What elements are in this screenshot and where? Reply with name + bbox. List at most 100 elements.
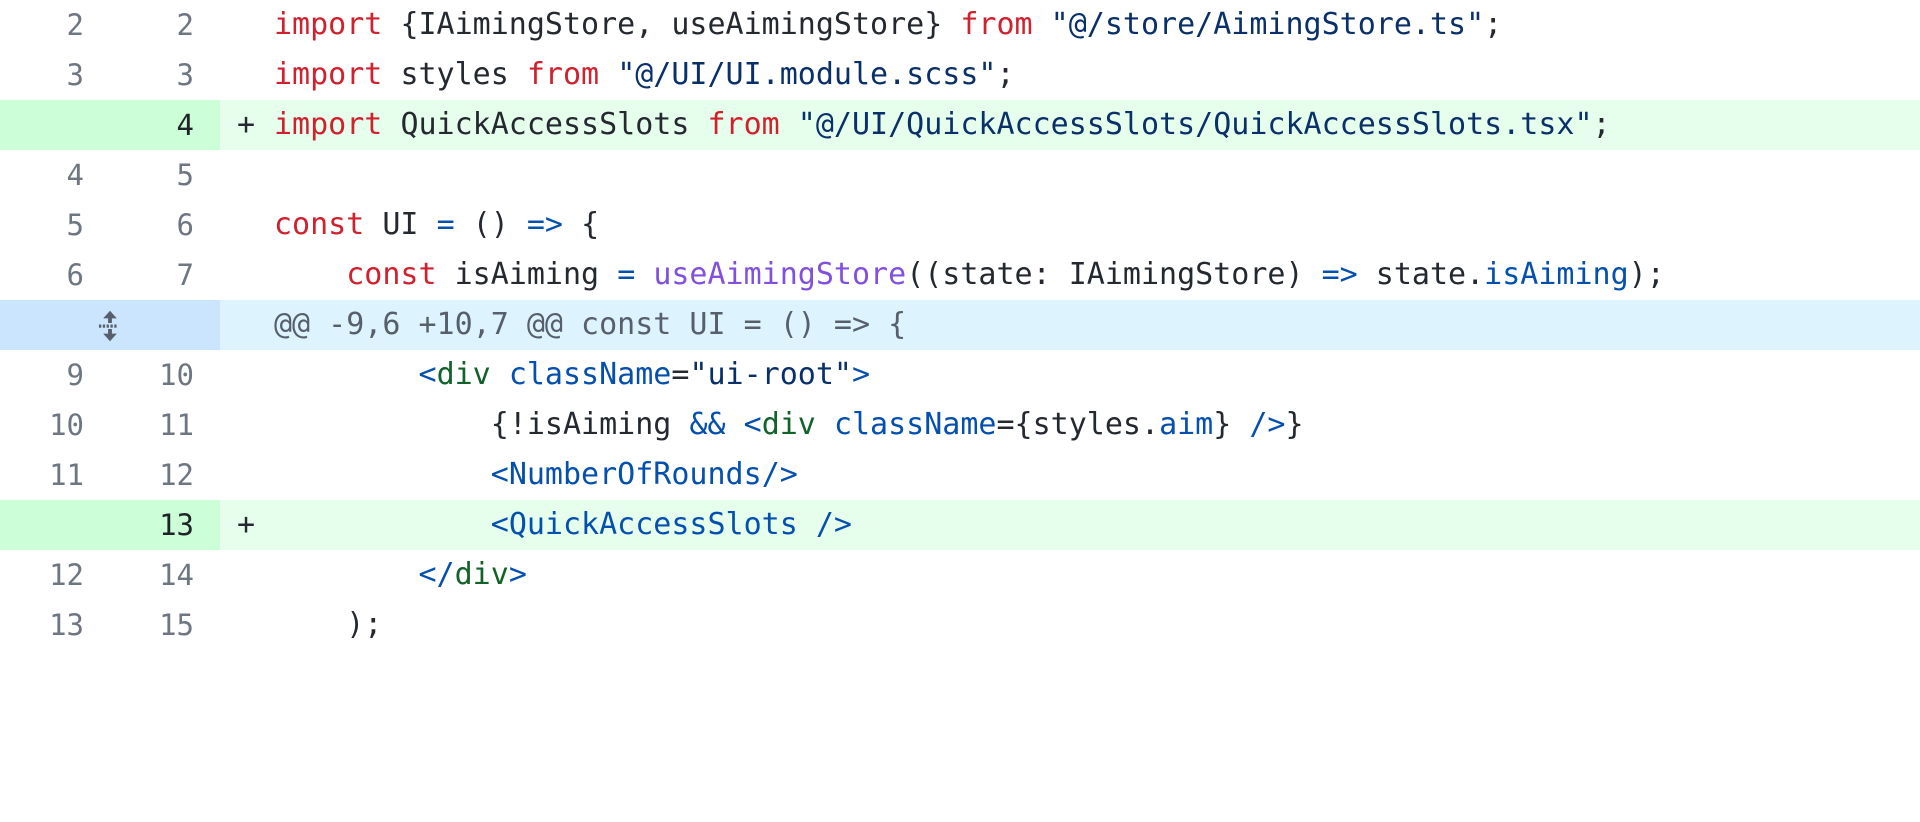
diff-row-add: 4 + import QuickAccessSlots from "@/UI/Qui…	[0, 100, 1920, 150]
diff-marker: +	[220, 100, 266, 150]
code-line[interactable]: import styles from "@/UI/UI.module.scss"…	[266, 50, 1920, 100]
new-line-number[interactable]: 13	[110, 500, 220, 550]
code-line[interactable]: {!isAiming && <div className={styles.aim…	[266, 400, 1920, 450]
old-line-number[interactable]: 13	[0, 600, 110, 650]
diff-row-add: 13 + <QuickAccessSlots />	[0, 500, 1920, 550]
code-line[interactable]: );	[266, 600, 1920, 650]
code-line[interactable]: @@ -9,6 +10,7 @@ const UI = () => {	[266, 300, 1920, 350]
diff-row-context: 67 const isAiming = useAimingStore((stat…	[0, 250, 1920, 300]
code-token: UI	[382, 207, 437, 242]
code-line[interactable]: </div>	[266, 550, 1920, 600]
new-line-number[interactable]: 2	[110, 0, 220, 50]
old-line-number[interactable]: 9	[0, 350, 110, 400]
code-token: div	[454, 557, 509, 592]
diff-marker	[220, 450, 266, 500]
code-line[interactable]: <QuickAccessSlots />	[266, 500, 1920, 550]
code-token: from	[960, 7, 1051, 42]
diff-row-context: 13 15 );	[0, 600, 1920, 650]
code-line[interactable]: import QuickAccessSlots from "@/UI/Quick…	[266, 100, 1920, 150]
new-line-number[interactable]: 3	[110, 50, 220, 100]
hunk-expander-button[interactable]	[0, 300, 220, 350]
old-line-number[interactable]: 5	[0, 200, 110, 250]
diff-body: 2 2 import {IAimingStore, useAimingStore} …	[0, 0, 1920, 650]
code-token: <	[490, 457, 509, 492]
code-token: import	[274, 57, 401, 92]
code-token: state.	[1375, 257, 1485, 292]
code-token: =>	[1321, 257, 1376, 292]
new-line-number[interactable]: 12	[110, 450, 220, 500]
code-token: const	[274, 207, 383, 242]
diff-marker: +	[220, 500, 266, 550]
code-token: className	[833, 407, 997, 442]
code-token: ={styles.	[996, 407, 1160, 442]
code-token: =	[617, 257, 654, 292]
code-token: />	[1249, 407, 1286, 442]
code-token: import	[274, 107, 401, 142]
code-token: from	[526, 57, 618, 92]
diff-marker	[220, 350, 266, 400]
code-token: "@/UI/QuickAccessSlots/QuickAccessSlots.…	[797, 107, 1593, 142]
new-line-number[interactable]: 5	[110, 150, 220, 200]
old-line-number[interactable]	[0, 100, 110, 150]
diff-row-context: 9 10 <div className="ui-root">	[0, 350, 1920, 400]
code-token: =	[671, 357, 690, 392]
code-token: div	[761, 407, 834, 442]
code-token: ;	[1592, 107, 1611, 142]
code-token: import	[274, 7, 401, 42]
code-token: useAimingStore	[653, 257, 907, 292]
new-line-number[interactable]: 6	[110, 200, 220, 250]
code-token: {	[581, 207, 600, 242]
code-token: {IAimingStore, useAimingStore}	[400, 7, 961, 42]
diff-marker	[220, 400, 266, 450]
new-line-number[interactable]: 7	[110, 250, 220, 300]
old-line-number[interactable]: 2	[0, 0, 110, 50]
new-line-number[interactable]: 4	[110, 100, 220, 150]
diff-marker	[220, 50, 266, 100]
code-line[interactable]	[266, 150, 1920, 200]
code-token: );	[274, 607, 383, 642]
code-token: className	[508, 357, 672, 392]
new-line-number[interactable]: 14	[110, 550, 220, 600]
old-line-number[interactable]: 4	[0, 150, 110, 200]
code-token: "@/UI/UI.module.scss"	[617, 57, 997, 92]
code-token: const	[346, 257, 455, 292]
new-line-number[interactable]: 15	[110, 600, 220, 650]
code-line[interactable]: const isAiming = useAimingStore((state: …	[266, 250, 1920, 300]
code-token: "@/store/AimingStore.ts"	[1050, 7, 1485, 42]
diff-row-context: 3 3 import styles from "@/UI/UI.module.scs…	[0, 50, 1920, 100]
diff-marker	[220, 200, 266, 250]
code-token: />	[761, 457, 798, 492]
code-token: }	[1285, 407, 1304, 442]
code-line[interactable]: import {IAimingStore, useAimingStore} fr…	[266, 0, 1920, 50]
code-line[interactable]: <NumberOfRounds/>	[266, 450, 1920, 500]
code-token: QuickAccessSlots	[508, 507, 816, 542]
code-token: ;	[1484, 7, 1503, 42]
diff-row-context: 11 12 <NumberOfRounds/>	[0, 450, 1920, 500]
diff-marker	[220, 550, 266, 600]
code-line[interactable]: <div className="ui-root">	[266, 350, 1920, 400]
old-line-number[interactable]	[0, 500, 110, 550]
old-line-number[interactable]: 6	[0, 250, 110, 300]
code-token: {!isAiming	[490, 407, 690, 442]
diff-marker	[220, 600, 266, 650]
old-line-number[interactable]: 11	[0, 450, 110, 500]
old-line-number[interactable]: 10	[0, 400, 110, 450]
code-token: aim	[1159, 407, 1214, 442]
diff-marker	[220, 300, 266, 350]
diff-row-hunk: @@ -9,6 +10,7 @@ const UI = () => {	[0, 300, 1920, 350]
code-line[interactable]: const UI = () => {	[266, 200, 1920, 250]
code-token: div	[436, 357, 509, 392]
new-line-number[interactable]: 11	[110, 400, 220, 450]
code-token: NumberOfRounds	[508, 457, 762, 492]
code-token: =>	[526, 207, 582, 242]
old-line-number[interactable]: 3	[0, 50, 110, 100]
code-token: ()	[472, 207, 527, 242]
new-line-number[interactable]: 10	[110, 350, 220, 400]
diff-row-context: 12 14 </div>	[0, 550, 1920, 600]
old-line-number[interactable]: 12	[0, 550, 110, 600]
